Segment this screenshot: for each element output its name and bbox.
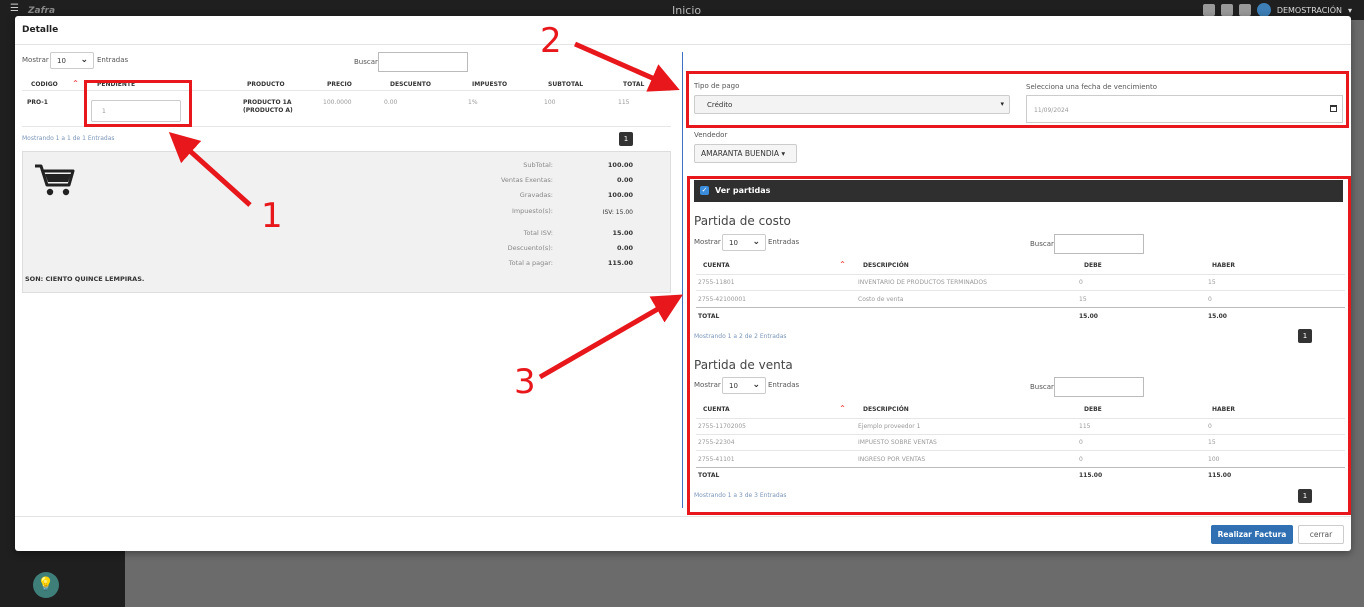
search-label: Buscar:	[354, 58, 381, 66]
table-info: Mostrando 1 a 1 de 1 Entradas	[22, 135, 115, 142]
modal-title: Detalle	[22, 25, 59, 35]
user-menu[interactable]: DEMOSTRACIÓN	[1277, 6, 1342, 15]
cerrar-button[interactable]: cerrar	[1298, 525, 1344, 544]
divider	[15, 44, 1351, 45]
amount-in-words: SON: CIENTO QUINCE LEMPIRAS.	[25, 275, 145, 283]
exentas-label: Ventas Exentas:	[500, 176, 553, 184]
page-size-value: 10	[57, 57, 66, 65]
annotation-box-1	[84, 80, 192, 127]
panel-divider	[682, 52, 683, 508]
col-total[interactable]: TOTAL	[623, 81, 644, 88]
col-impuesto[interactable]: IMPUESTO	[472, 81, 507, 88]
annotation-box-3	[687, 176, 1351, 515]
chevron-down-icon[interactable]: ▾	[1348, 6, 1352, 15]
cell-descuento: 0.00	[384, 99, 398, 106]
invoice-summary	[22, 151, 671, 293]
search-input[interactable]	[378, 52, 468, 72]
impuesto-value: ISV: 15.00	[602, 209, 633, 216]
realizar-factura-button[interactable]: Realizar Factura	[1211, 525, 1293, 544]
tags-icon[interactable]	[1238, 4, 1251, 16]
impuesto-label: Impuesto(s):	[511, 207, 553, 215]
annotation-box-2	[686, 71, 1349, 128]
gravadas-value: 100.00	[607, 191, 633, 199]
cell-total: 115	[618, 99, 630, 106]
entries-label: Entradas	[97, 56, 129, 64]
total-pagar-value: 115.00	[607, 259, 633, 267]
page-size-select[interactable]: 10 ⌄	[50, 52, 94, 69]
col-descuento[interactable]: DESCUENTO	[390, 81, 431, 88]
cell-impuesto: 1%	[468, 99, 478, 106]
annotation-number-2: 2	[540, 21, 562, 61]
total-pagar-label: Total a pagar:	[508, 259, 553, 267]
annotation-number-3: 3	[514, 362, 536, 402]
cell-producto: PRODUCTO 1A	[243, 99, 292, 106]
col-codigo[interactable]: CODIGO	[31, 81, 58, 88]
chevron-down-icon: ⌄	[80, 55, 88, 65]
cell-precio: 100.0000	[323, 99, 352, 106]
col-precio[interactable]: PRECIO	[327, 81, 352, 88]
annotation-number-1: 1	[261, 196, 283, 236]
gravadas-label: Gravadas:	[519, 191, 553, 199]
cell-codigo: PRO-1	[27, 99, 48, 106]
sort-asc-icon[interactable]: ^	[73, 80, 78, 87]
total-isv-value: 15.00	[612, 229, 633, 237]
total-isv-label: Total ISV:	[523, 229, 553, 237]
subtotal-label: SubTotal:	[523, 161, 553, 169]
descuento-label: Descuento(s):	[507, 244, 553, 252]
caret-down-icon: ▾	[781, 149, 786, 158]
company-avatar[interactable]	[1256, 3, 1271, 17]
topbar-right: DEMOSTRACIÓN ▾	[1202, 3, 1352, 17]
vendedor-value: AMARANTA BUENDIA	[701, 149, 779, 158]
vendedor-label: Vendedor	[694, 131, 728, 139]
phone-icon[interactable]	[1202, 4, 1215, 16]
show-label: Mostrar	[22, 56, 49, 64]
menu-icon[interactable]: ☰	[10, 3, 19, 14]
col-subtotal[interactable]: SUBTOTAL	[548, 81, 583, 88]
divider	[15, 516, 1351, 517]
graduation-cap-icon[interactable]	[1220, 4, 1233, 16]
exentas-value: 0.00	[616, 176, 633, 184]
page-button[interactable]: 1	[619, 132, 633, 146]
col-producto[interactable]: PRODUCTO	[247, 81, 285, 88]
lightbulb-icon[interactable]: 💡	[33, 572, 59, 598]
descuento-value: 0.00	[616, 244, 633, 252]
app-logo: Zafra	[28, 6, 56, 16]
cell-subtotal: 100	[544, 99, 556, 106]
subtotal-value: 100.00	[607, 161, 633, 169]
vendedor-dropdown[interactable]: AMARANTA BUENDIA ▾	[694, 144, 797, 163]
shopping-cart-icon	[35, 164, 75, 196]
cell-producto-sub: (PRODUCTO A)	[243, 107, 293, 114]
